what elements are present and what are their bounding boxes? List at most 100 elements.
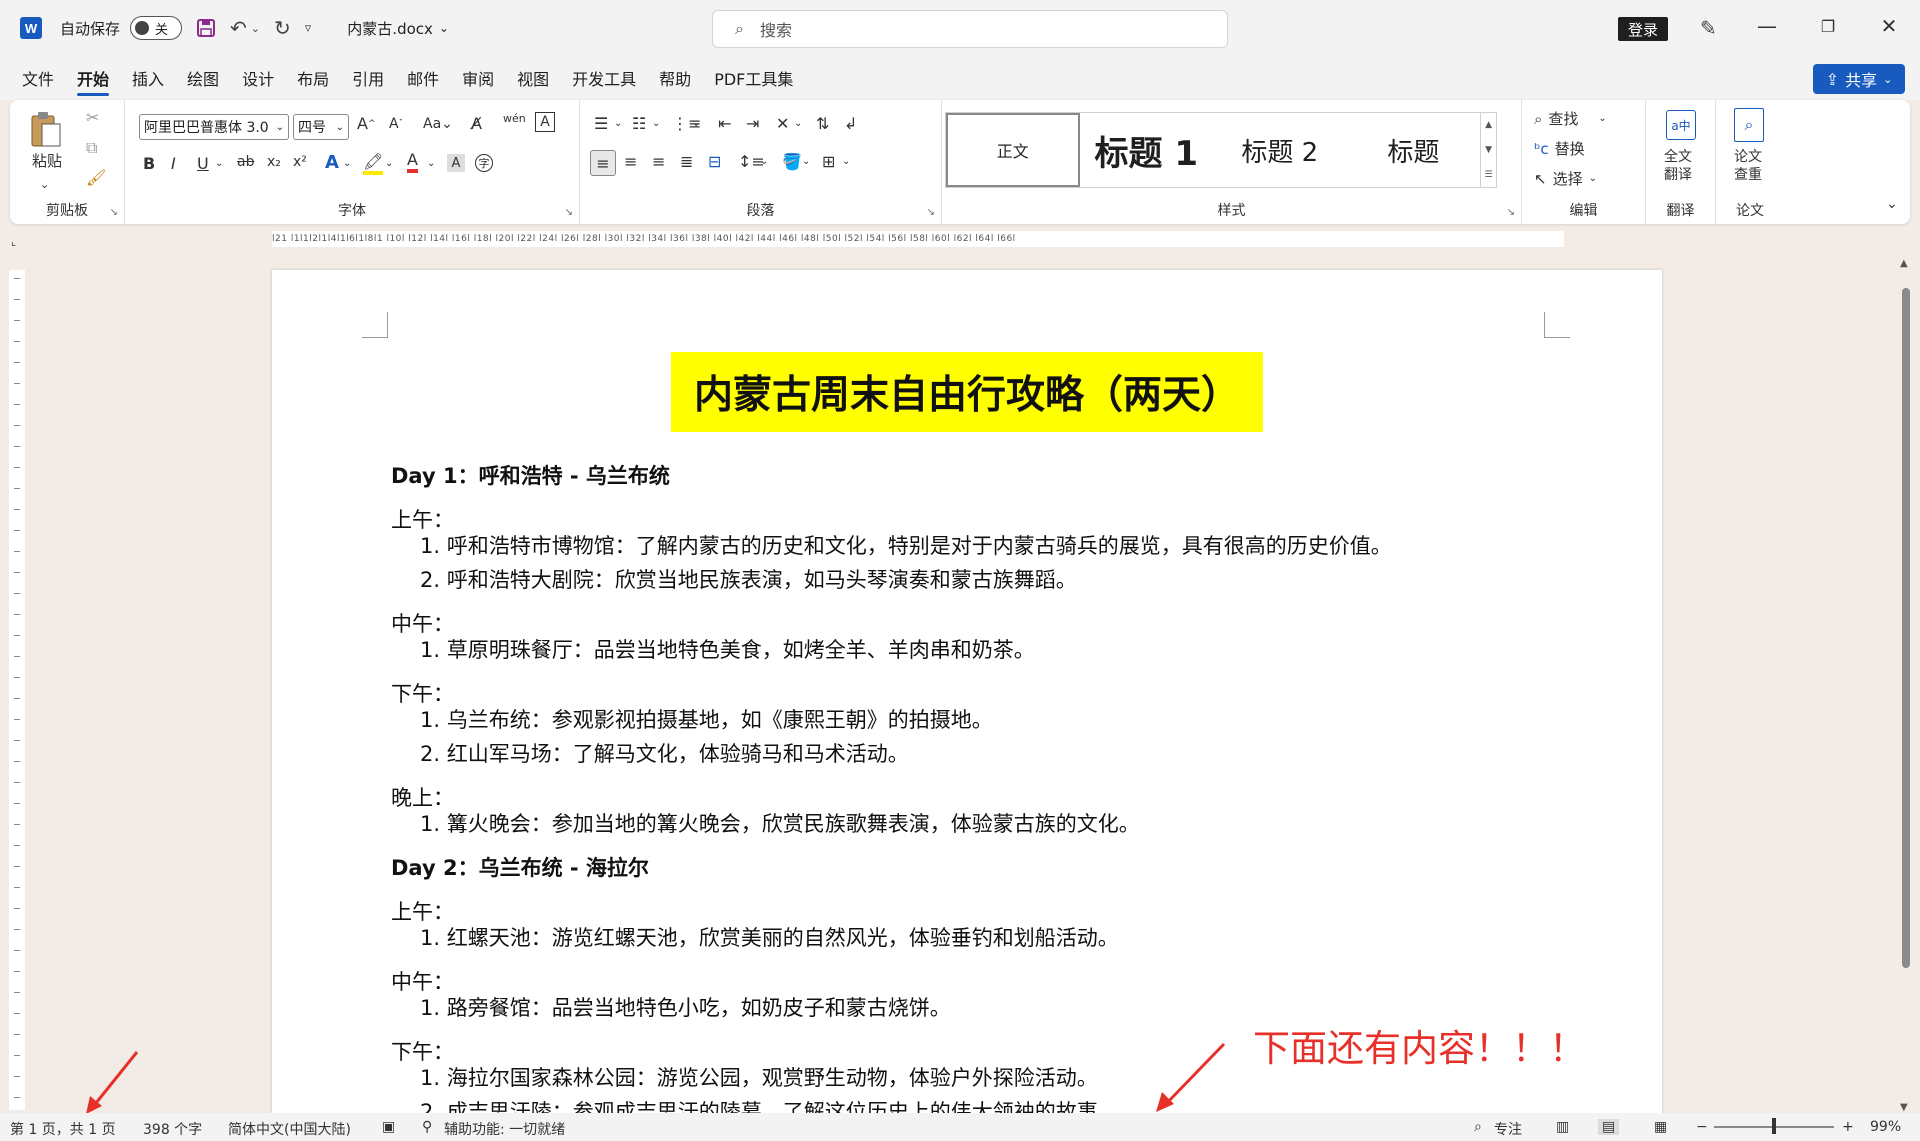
search-box[interactable]: ⌕ 搜索 xyxy=(712,10,1228,48)
document-name[interactable]: 内蒙古.docx ⌄ xyxy=(347,18,449,39)
zoom-slider-thumb[interactable] xyxy=(1772,1118,1776,1134)
maximize-icon[interactable]: ❐ xyxy=(1813,17,1843,36)
accessibility-icon[interactable]: ⚲ xyxy=(422,1119,432,1135)
paste-icon[interactable] xyxy=(24,108,68,152)
shrink-font-icon[interactable]: Aˇ xyxy=(389,116,403,132)
login-button[interactable]: 登录 xyxy=(1618,17,1669,41)
chevron-down-icon[interactable]: ⌄ xyxy=(802,156,810,167)
paper-label-line2[interactable]: 查重 xyxy=(1734,164,1762,184)
increase-indent-icon[interactable]: ⇥ xyxy=(746,114,759,133)
collapse-ribbon-icon[interactable]: ⌄ xyxy=(1886,196,1898,212)
font-name-select[interactable]: 阿里巴巴普惠体 3.0 ⌄ xyxy=(139,114,289,140)
web-layout-icon[interactable]: ▦ xyxy=(1654,1119,1667,1135)
chevron-down-icon[interactable]: ⌄ xyxy=(427,158,435,169)
strikethrough-button[interactable]: ab xyxy=(237,154,254,170)
page-count[interactable]: 第 1 页，共 1 页 xyxy=(10,1119,116,1139)
dialog-launcher-icon[interactable]: ↘ xyxy=(565,207,573,218)
change-case-icon[interactable]: Aa⌄ xyxy=(423,116,453,132)
highlight-color-icon[interactable]: 🖍 xyxy=(363,152,384,175)
align-left-icon[interactable]: ≡ xyxy=(590,150,616,176)
subscript-button[interactable]: x₂ xyxy=(267,154,281,170)
character-border-icon[interactable]: A xyxy=(535,112,555,132)
accessibility-status[interactable]: 辅助功能: 一切就绪 xyxy=(444,1119,565,1139)
read-mode-icon[interactable]: ▥ xyxy=(1556,1119,1569,1135)
font-size-select[interactable]: 四号 ⌄ xyxy=(293,114,349,140)
autosave-toggle[interactable]: 关 xyxy=(130,16,183,40)
bullets-icon[interactable]: ☰ xyxy=(594,114,608,133)
tab-pdf-tools[interactable]: PDF工具集 xyxy=(714,60,793,96)
chevron-down-icon[interactable]: ⌄ xyxy=(343,158,351,169)
tab-insert[interactable]: 插入 xyxy=(132,60,164,96)
customize-icon[interactable]: ▿ xyxy=(305,21,312,36)
replace-button[interactable]: ᵇc 替换 xyxy=(1534,138,1585,159)
show-marks-icon[interactable]: ↲ xyxy=(844,114,857,133)
asian-layout-icon[interactable]: ✕ xyxy=(776,114,789,133)
list-item[interactable]: 1. 红螺天池：游览红螺天池，欣赏美丽的自然风光，体验垂钓和划船活动。 xyxy=(420,922,1119,952)
borders-icon[interactable]: ⊞ xyxy=(822,152,835,171)
select-button[interactable]: ↖ 选择 ⌄ xyxy=(1534,168,1597,189)
undo-icon[interactable]: ↶ xyxy=(230,16,247,40)
share-button[interactable]: ⇪ 共享 ⌄ xyxy=(1813,64,1905,94)
minimize-icon[interactable]: — xyxy=(1752,14,1782,38)
day-heading[interactable]: Day 2：乌兰布统 - 海拉尔 xyxy=(391,852,649,882)
tab-draw[interactable]: 绘图 xyxy=(187,60,219,96)
tab-design[interactable]: 设计 xyxy=(242,60,274,96)
document-page[interactable]: 内蒙古周末自由行攻略（两天） Day 1：呼和浩特 - 乌兰布统 上午： 1. 呼和… xyxy=(272,270,1662,1115)
enclose-characters-icon[interactable]: 字 xyxy=(475,154,493,172)
more-styles-icon[interactable]: ☰ xyxy=(1485,170,1493,180)
undo-dropdown-icon[interactable]: ⌄ xyxy=(251,22,260,35)
plagiarism-check-icon[interactable]: ⌕ xyxy=(1734,108,1764,142)
format-painter-icon[interactable]: 🖌 xyxy=(86,168,106,187)
underline-dropdown-icon[interactable]: ⌄ xyxy=(215,158,223,169)
tab-references[interactable]: 引用 xyxy=(352,60,384,96)
pen-icon[interactable]: ✎ xyxy=(1700,16,1717,40)
close-icon[interactable]: ✕ xyxy=(1874,14,1904,38)
justify-icon[interactable]: ≣ xyxy=(680,152,693,171)
copy-icon[interactable]: ⧉ xyxy=(86,138,97,158)
list-item[interactable]: 1. 草原明珠餐厅：品尝当地特色美食，如烤全羊、羊肉串和奶茶。 xyxy=(420,634,1035,664)
chevron-down-icon[interactable]: ⌄ xyxy=(842,156,850,167)
tab-help[interactable]: 帮助 xyxy=(659,60,691,96)
italic-button[interactable]: I xyxy=(171,154,176,173)
style-normal[interactable]: 正文 xyxy=(946,113,1080,187)
redo-icon[interactable]: ↻ xyxy=(274,16,291,40)
style-heading-1[interactable]: 标题 1 xyxy=(1080,113,1214,187)
zoom-level[interactable]: 99% xyxy=(1870,1119,1901,1135)
zoom-out-button[interactable]: − xyxy=(1696,1119,1708,1135)
chevron-down-icon[interactable]: ⌄ xyxy=(760,156,768,167)
list-item[interactable]: 1. 路旁餐馆：品尝当地特色小吃，如奶皮子和蒙古烧饼。 xyxy=(420,992,951,1022)
translate-label-line1[interactable]: 全文 xyxy=(1664,146,1692,166)
text-effects-button[interactable]: A xyxy=(325,152,339,173)
shading-icon[interactable]: 🪣 xyxy=(782,152,802,171)
tab-view[interactable]: 视图 xyxy=(517,60,549,96)
tab-layout[interactable]: 布局 xyxy=(297,60,329,96)
vertical-scrollbar[interactable]: ▲ ▼ xyxy=(1898,258,1914,1113)
chevron-down-icon[interactable]: ⌄ xyxy=(614,118,622,129)
dialog-launcher-icon[interactable]: ↘ xyxy=(927,207,935,218)
tab-review[interactable]: 审阅 xyxy=(462,60,494,96)
scroll-up-icon[interactable]: ▲ xyxy=(1900,258,1908,269)
character-shading-icon[interactable]: A xyxy=(447,154,465,172)
tab-file[interactable]: 文件 xyxy=(22,60,54,96)
style-title[interactable]: 标题 xyxy=(1347,113,1481,187)
bold-button[interactable]: B xyxy=(143,154,155,173)
paste-dropdown-icon[interactable]: ⌄ xyxy=(40,178,49,191)
tab-developer[interactable]: 开发工具 xyxy=(572,60,636,96)
zoom-in-button[interactable]: + xyxy=(1842,1119,1854,1135)
list-item[interactable]: 2. 红山军马场：了解马文化，体验骑马和马术活动。 xyxy=(420,738,909,768)
sort-icon[interactable]: ⇅ xyxy=(816,114,829,133)
paper-label-line1[interactable]: 论文 xyxy=(1734,146,1762,166)
focus-icon[interactable]: ⌕ xyxy=(1474,1119,1482,1135)
tab-home[interactable]: 开始 xyxy=(77,60,110,96)
align-center-icon[interactable]: ≡ xyxy=(624,152,637,171)
list-item[interactable]: 1. 篝火晚会：参加当地的篝火晚会，欣赏民族歌舞表演，体验蒙古族的文化。 xyxy=(420,808,1140,838)
save-icon[interactable] xyxy=(196,18,216,38)
word-count[interactable]: 398 个字 xyxy=(143,1119,202,1139)
scroll-down-icon[interactable]: ▼ xyxy=(1485,145,1492,155)
scrollbar-thumb[interactable] xyxy=(1902,288,1910,968)
grow-font-icon[interactable]: A ^ xyxy=(357,114,376,133)
chevron-down-icon[interactable]: ⌄ xyxy=(794,118,802,129)
phonetic-guide-icon[interactable]: wén xyxy=(503,112,526,125)
list-item[interactable]: 1. 海拉尔国家森林公园：游览公园，观赏野生动物，体验户外探险活动。 xyxy=(420,1062,1098,1092)
tab-mailings[interactable]: 邮件 xyxy=(407,60,439,96)
